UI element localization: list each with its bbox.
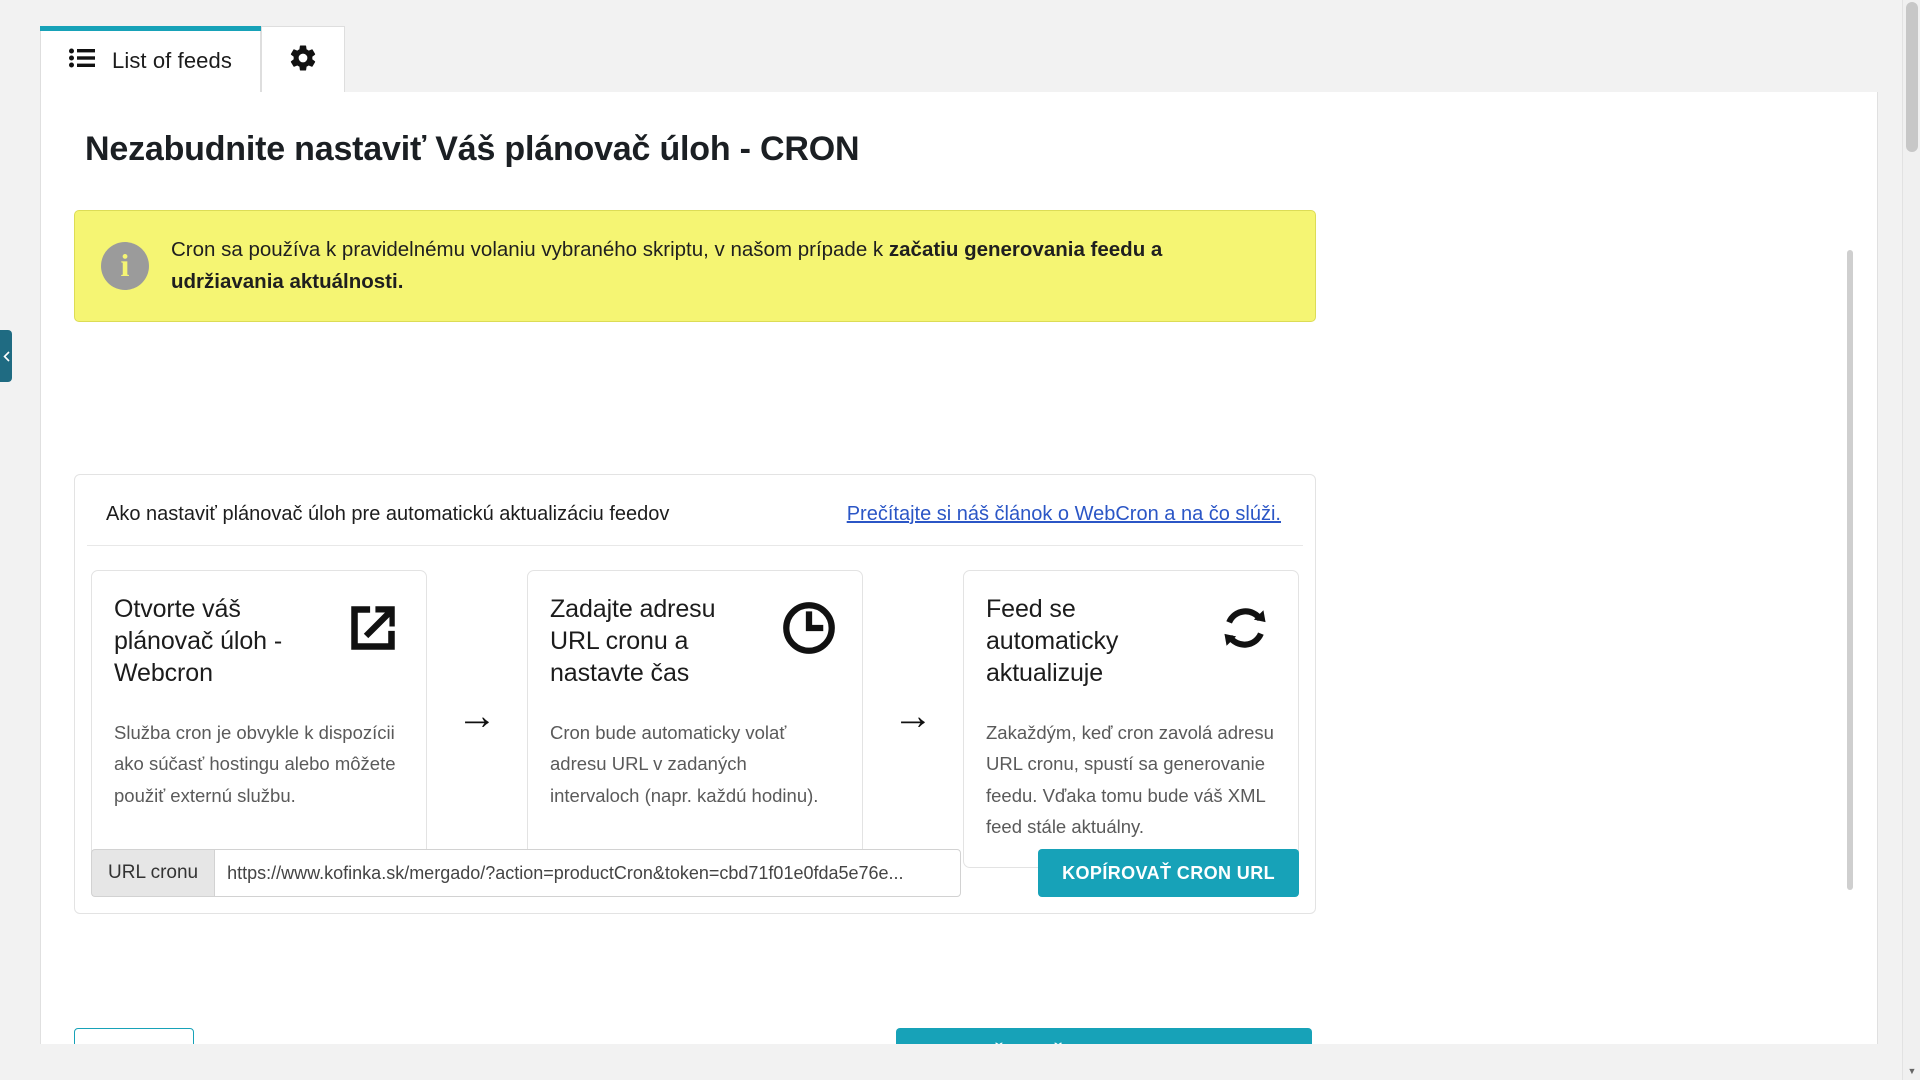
main-panel: Nezabudnite nastaviť Váš plánovač úloh -… [40, 92, 1878, 1080]
step-card-3-top: Feed se automaticky aktualizuje [986, 593, 1276, 705]
step-card-1-description: Služba cron je obvykle k dispozícii ako … [114, 722, 396, 806]
refresh-icon [1214, 597, 1276, 659]
left-edge-drawer-handle[interactable] [0, 330, 12, 382]
list-icon [69, 48, 95, 73]
cron-url-input[interactable] [214, 849, 961, 897]
step-card-2: Zadajte adresu URL cronu a nastavte čas … [527, 570, 863, 868]
instructions-card-title: Ako nastaviť plánovač úloh pre automatic… [106, 503, 670, 525]
step-card-2-title: Zadajte adresu URL cronu a nastavte čas [550, 595, 716, 687]
info-alert: i Cron sa používa k pravidelnému volaniu… [74, 210, 1316, 322]
step-card-1-top: Otvorte váš plánovač úloh - Webcron [114, 593, 404, 705]
step-card-2-top: Zadajte adresu URL cronu a nastavte čas [550, 593, 840, 705]
cron-url-group: URL cronu [91, 849, 961, 897]
info-icon: i [101, 242, 149, 290]
cron-url-label: URL cronu [91, 849, 215, 897]
steps-row: Otvorte váš plánovač úloh - Webcron Služ… [75, 546, 1315, 868]
page-scrollbar-thumb[interactable] [1906, 2, 1918, 152]
step-card-2-description: Cron bude automaticky volať adresu URL v… [550, 722, 819, 806]
tab-list-of-feeds-label: List of feeds [112, 47, 232, 73]
step-card-1: Otvorte váš plánovač úloh - Webcron Služ… [91, 570, 427, 868]
step-card-3-description: Zakaždým, keď cron zavolá adresu URL cro… [986, 722, 1274, 838]
step-card-3-title: Feed se automaticky aktualizuje [986, 595, 1119, 687]
cron-url-row: URL cronu KOPÍROVAŤ CRON URL [91, 849, 1299, 897]
info-alert-text-normal: Cron sa používa k pravidelnému volaniu v… [171, 238, 889, 262]
webcron-article-link[interactable]: Prečítajte si náš článok o WebCron a na … [847, 503, 1281, 526]
panel-scrollbar[interactable] [1845, 190, 1855, 1080]
tab-settings[interactable] [260, 26, 345, 94]
step-card-3: Feed se automaticky aktualizuje Zakaždým… [963, 570, 1299, 868]
info-alert-text: Cron sa používa k pravidelnému volaniu v… [171, 234, 1181, 298]
tab-strip: List of feeds [40, 24, 345, 94]
step-separator-1: → [457, 693, 497, 738]
tab-list-of-feeds[interactable]: List of feeds [40, 26, 261, 94]
app-viewport: List of feeds Nezabudnite nastaviť Váš p… [0, 0, 1920, 1080]
instructions-card-header: Ako nastaviť plánovač úloh pre automatic… [87, 484, 1303, 546]
scroll-down-arrow-icon[interactable]: ▼ [1903, 1062, 1920, 1080]
panel-scrollbar-thumb[interactable] [1847, 250, 1853, 890]
step-separator-2: → [893, 693, 933, 738]
chevron-left-icon [2, 350, 10, 362]
instructions-card: Ako nastaviť plánovač úloh pre automatic… [74, 474, 1316, 914]
step-card-1-title: Otvorte váš plánovač úloh - Webcron [114, 595, 283, 687]
external-link-icon [342, 597, 404, 659]
clock-icon [778, 597, 840, 659]
copy-cron-url-button[interactable]: KOPÍROVAŤ CRON URL [1038, 849, 1299, 897]
page-scrollbar[interactable]: ▲ ▼ [1902, 0, 1920, 1080]
gear-icon [288, 43, 318, 78]
page-title: Nezabudnite nastaviť Váš plánovač úloh -… [85, 130, 860, 168]
bottom-strip [0, 1044, 1902, 1080]
